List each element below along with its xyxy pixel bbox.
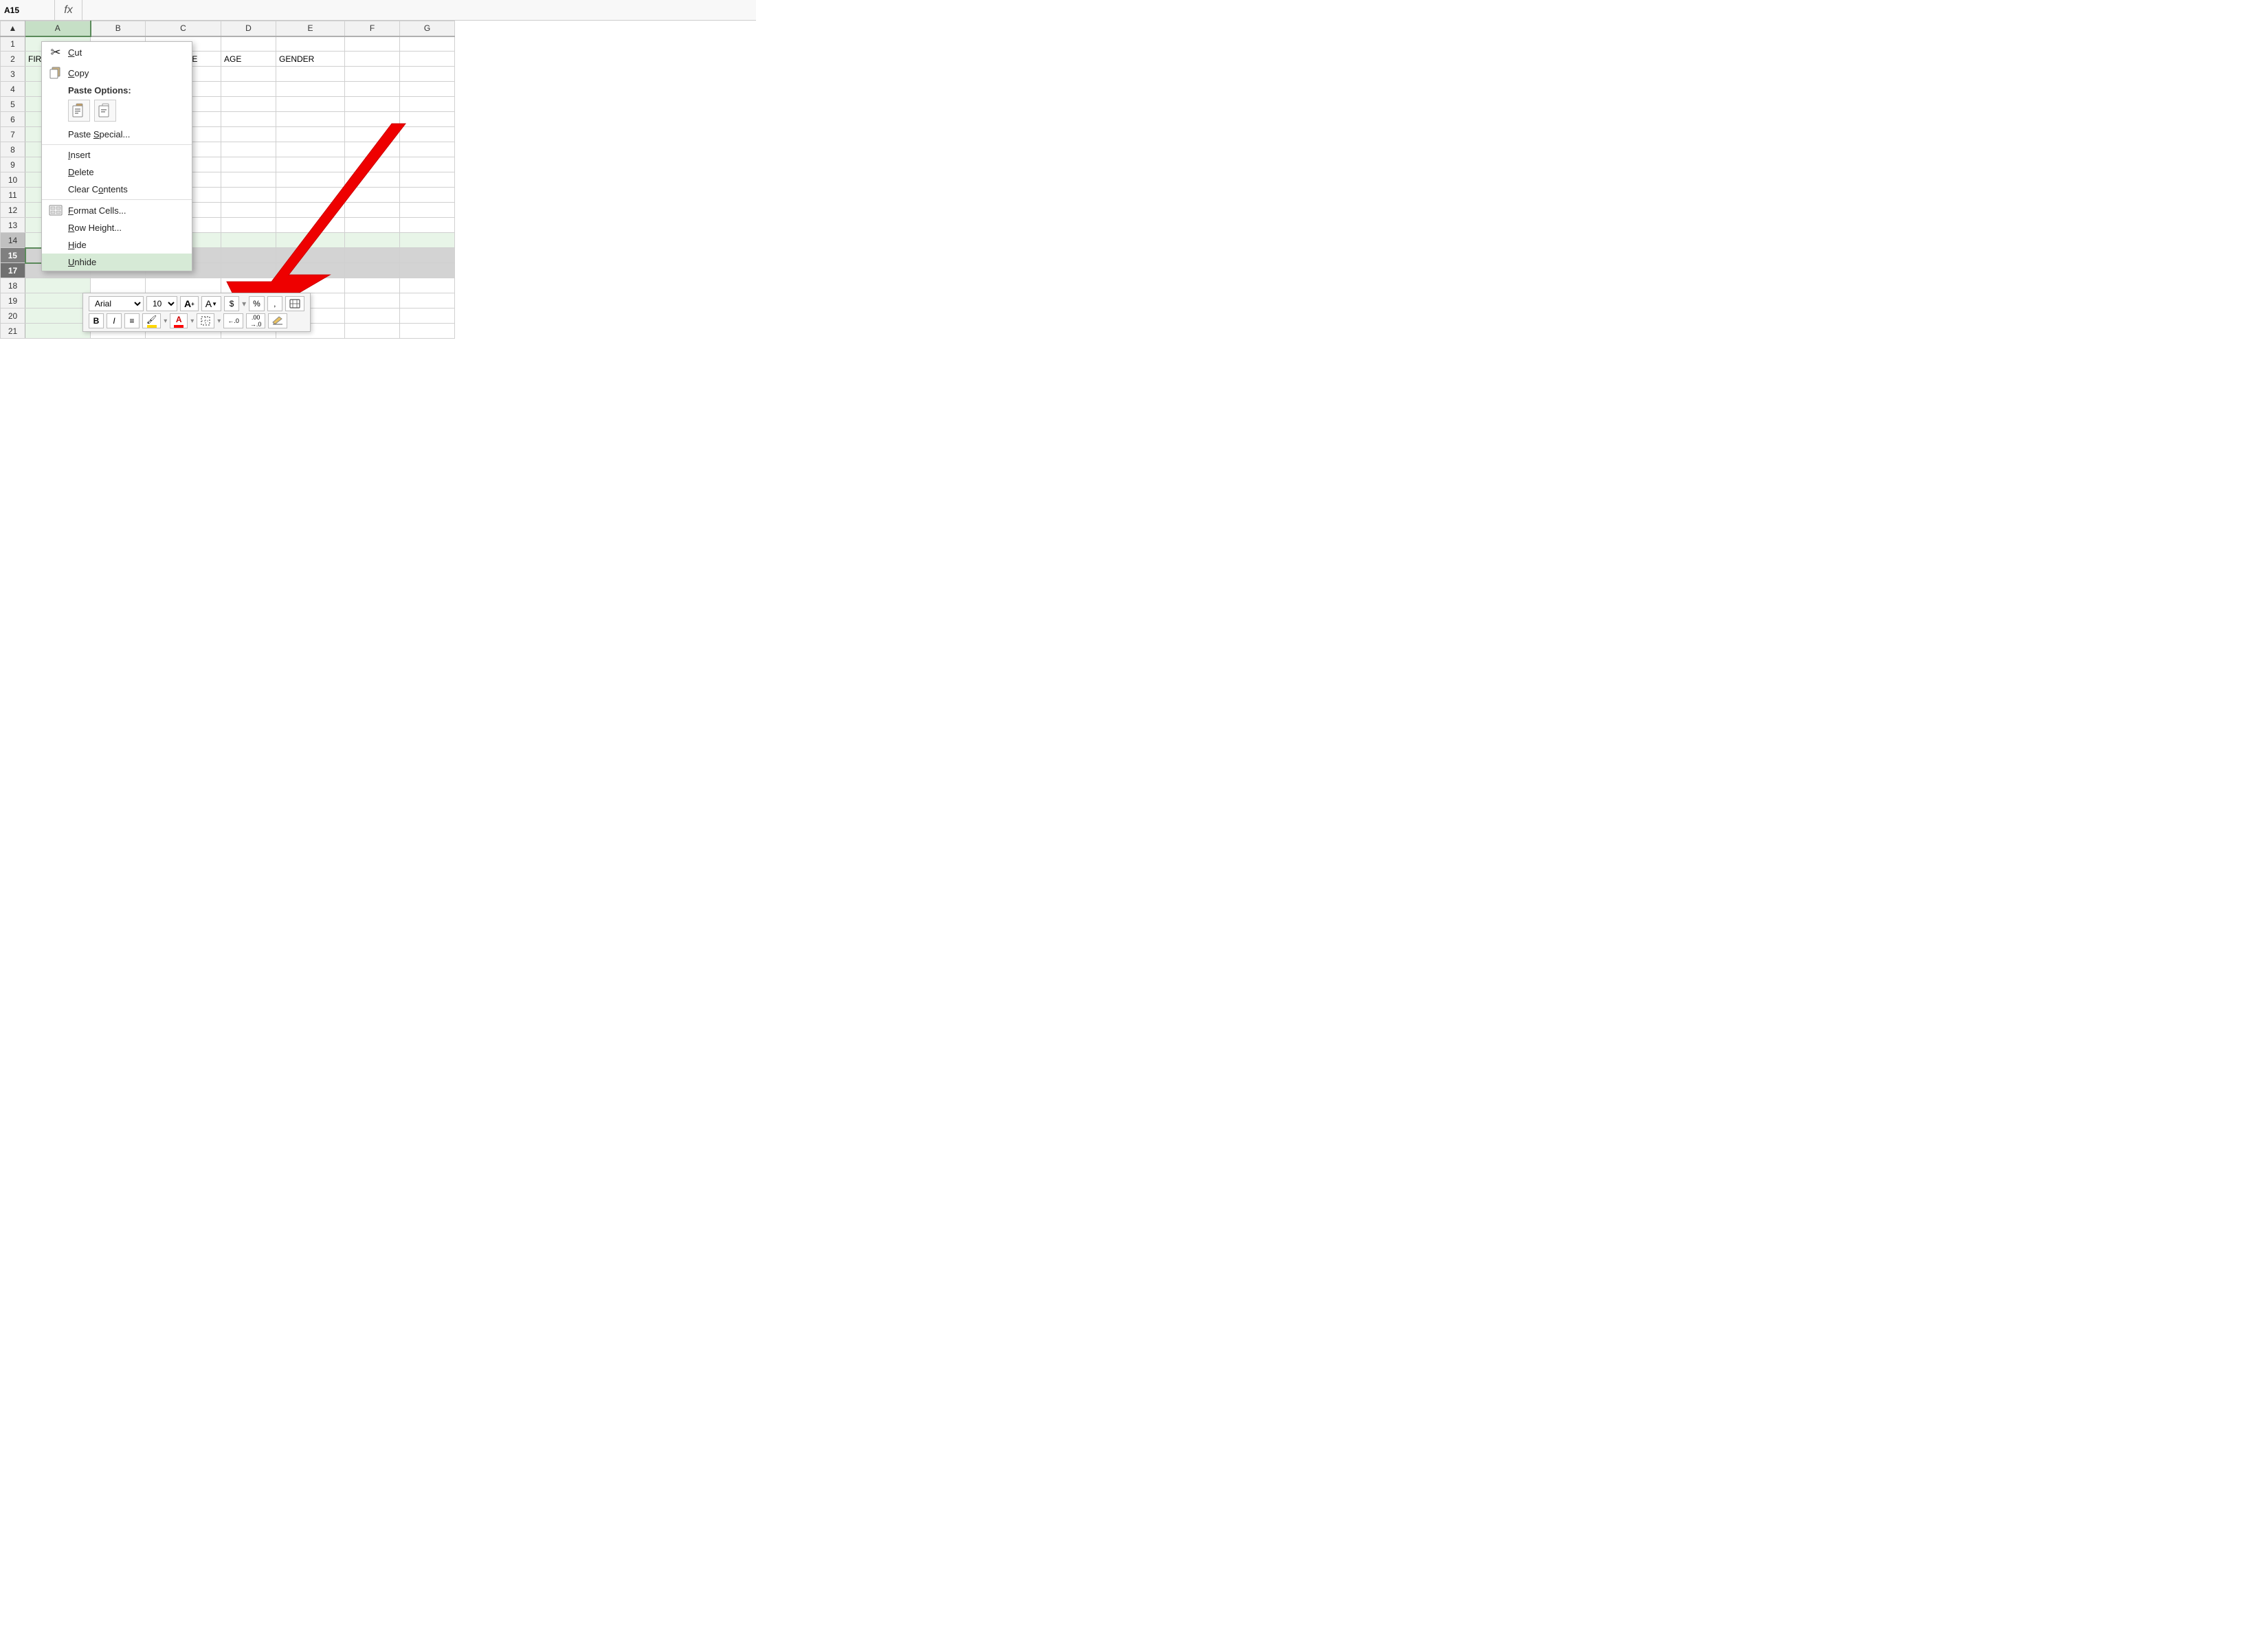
highlight-color-indicator: 🖌 [146, 315, 157, 328]
col-header-C[interactable]: C [146, 21, 221, 36]
clear-contents-label: Clear Contents [68, 184, 184, 194]
highlight-dropdown-arrow[interactable]: ▾ [164, 317, 167, 325]
decrease-decimal-button[interactable]: ←.0 [223, 313, 243, 328]
paste-options-text: Paste Options: [68, 85, 131, 96]
format-cells-label: Format Cells... [68, 205, 184, 216]
mini-toolbar-row-1: Arial 10 A+ A▼ $ ▾ % , [89, 296, 304, 311]
percent-button[interactable]: % [249, 296, 265, 311]
font-family-select[interactable]: Arial [89, 296, 144, 311]
highlight-color-button[interactable]: 🖌 [142, 313, 161, 328]
context-menu-format-cells[interactable]: Format Cells... [42, 201, 192, 219]
borders-button[interactable] [197, 313, 214, 328]
cut-label: Cut [68, 47, 184, 58]
paste-options-label: Paste Options: [42, 82, 192, 97]
paste-icon-1[interactable] [68, 100, 90, 122]
align-button[interactable]: ≡ [124, 313, 140, 328]
mini-toolbar: Arial 10 A+ A▼ $ ▾ % , [82, 293, 311, 332]
context-menu-insert[interactable]: Insert [42, 146, 192, 164]
context-menu-copy[interactable]: Copy [42, 63, 192, 82]
highlight-icon: 🖌 [146, 315, 157, 324]
cell-E1[interactable] [276, 36, 345, 52]
eraser-button[interactable] [268, 313, 287, 328]
cell-F1[interactable] [345, 36, 400, 52]
font-color-button[interactable]: A [170, 313, 188, 328]
row-num-1: 1 [1, 36, 25, 52]
cut-icon: ✂ [47, 45, 64, 60]
formula-fx-icon: fx [55, 0, 82, 20]
increase-decimal-button[interactable]: .00→.0 [246, 313, 266, 328]
paste-icons-row [42, 97, 192, 126]
col-header-E[interactable]: E [276, 21, 345, 36]
format-cells-icon [47, 205, 64, 216]
context-menu-cut[interactable]: ✂ Cut [42, 42, 192, 63]
font-shrink-button[interactable]: A▼ [201, 296, 221, 311]
cell-D1[interactable] [221, 36, 276, 52]
cell-F2[interactable] [345, 52, 400, 67]
font-color-icon: A [176, 315, 182, 324]
paste-special-label: Paste Special... [68, 129, 184, 139]
col-header-D[interactable]: D [221, 21, 276, 36]
font-color-bar [174, 325, 184, 328]
context-menu-clear-contents[interactable]: Clear Contents [42, 181, 192, 198]
italic-button[interactable]: I [107, 313, 122, 328]
font-color-indicator: A [174, 315, 184, 328]
comma-button[interactable]: , [267, 296, 282, 311]
context-menu: ✂ Cut Copy Paste Options: [41, 41, 192, 271]
col-header-G[interactable]: G [400, 21, 455, 36]
cell-E2[interactable]: GENDER [276, 52, 345, 67]
row-height-label: Row Height... [68, 223, 184, 233]
row-num-2: 2 [1, 52, 25, 67]
spreadsheet-grid: ▲ A B C D E F G 1 [0, 21, 756, 339]
bold-button[interactable]: B [89, 313, 104, 328]
separator-1 [42, 144, 192, 145]
unhide-label: Unhide [68, 257, 184, 267]
cell-G1[interactable] [400, 36, 455, 52]
borders-dropdown-arrow[interactable]: ▾ [217, 317, 221, 325]
row-num-15: 15 [1, 248, 25, 263]
formula-bar: A15 fx [0, 0, 756, 21]
table-row: 18 [1, 278, 455, 293]
paste-icon-2[interactable] [94, 100, 116, 122]
col-header-A[interactable]: A [25, 21, 91, 36]
delete-label: Delete [68, 167, 184, 177]
copy-label: Copy [68, 68, 184, 78]
context-menu-hide[interactable]: Hide [42, 236, 192, 254]
col-header-F[interactable]: F [345, 21, 400, 36]
cell-G2[interactable] [400, 52, 455, 67]
corner-cell: ▲ [1, 21, 25, 36]
font-color-dropdown-arrow[interactable]: ▾ [190, 317, 194, 325]
separator-2 [42, 199, 192, 200]
hide-label: Hide [68, 240, 184, 250]
cell-reference-box[interactable]: A15 [0, 0, 55, 20]
cell-D2[interactable]: AGE [221, 52, 276, 67]
highlight-color-bar [147, 325, 157, 328]
font-grow-button[interactable]: A+ [180, 296, 199, 311]
font-size-select[interactable]: 10 [146, 296, 177, 311]
currency-dropdown-arrow[interactable]: ▾ [242, 299, 246, 309]
mini-toolbar-row-2: B I ≡ 🖌 ▾ A ▾ [89, 313, 304, 328]
currency-button[interactable]: $ [224, 296, 239, 311]
row-num-14: 14 [1, 233, 25, 248]
context-menu-delete[interactable]: Delete [42, 164, 192, 181]
col-header-B[interactable]: B [91, 21, 146, 36]
copy-icon [47, 67, 64, 79]
context-menu-paste-special[interactable]: Paste Special... [42, 126, 192, 143]
column-header-row: ▲ A B C D E F G [1, 21, 455, 36]
context-menu-row-height[interactable]: Row Height... [42, 219, 192, 236]
insert-label: Insert [68, 150, 184, 160]
row-num-17: 17 [1, 263, 25, 278]
merge-cells-button[interactable] [285, 296, 304, 311]
context-menu-unhide[interactable]: Unhide [42, 254, 192, 271]
